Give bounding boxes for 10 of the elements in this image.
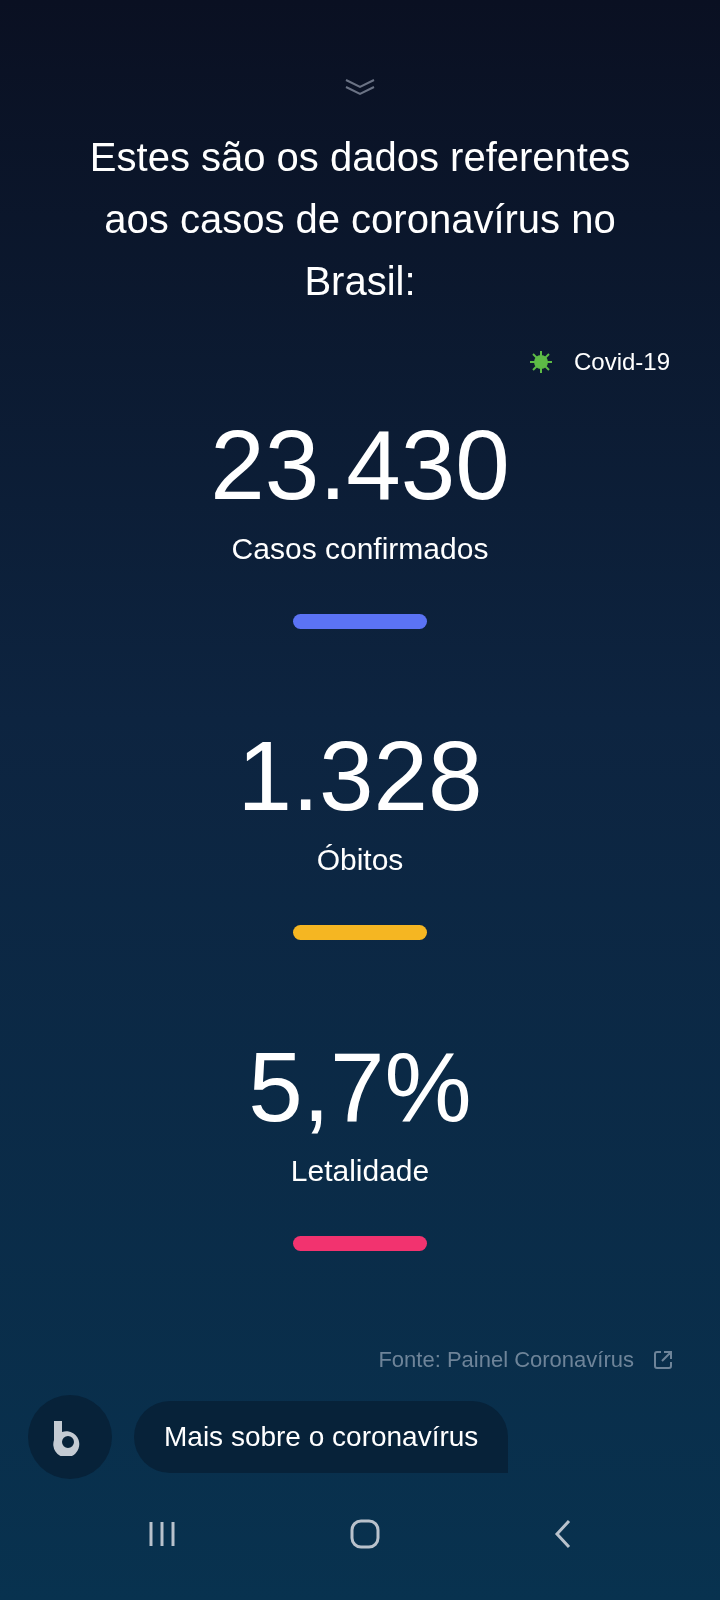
- suggestion-chip[interactable]: Mais sobre o coronavírus: [134, 1401, 509, 1473]
- stat-label: Casos confirmados: [231, 532, 489, 566]
- stat-label: Óbitos: [316, 843, 404, 877]
- topic-label: Covid-19: [573, 348, 670, 376]
- stat-label: Letalidade: [290, 1154, 430, 1188]
- stat-value: 5,7%: [248, 1032, 472, 1142]
- source-link[interactable]: Fonte: Painel Coronavírus: [378, 1347, 634, 1373]
- heading: Estes são os dados referentes aos casos de coronavírus no Brasil:: [88, 134, 632, 305]
- stat-value: 23.430: [210, 410, 510, 520]
- stat-value: 1.328: [237, 721, 483, 831]
